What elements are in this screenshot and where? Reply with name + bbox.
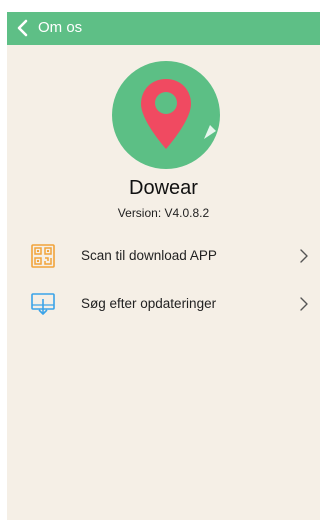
app-version: Version: V4.0.8.2 [117,206,210,220]
qr-code-icon [31,244,55,268]
location-pin-icon [112,61,220,169]
page-title: Om os [38,19,83,36]
check-updates-row[interactable]: Søg efter opdateringer [7,284,320,324]
check-updates-label: Søg efter opdateringer [81,296,217,311]
download-update-icon [31,293,55,315]
app-name: Dowear [129,177,198,199]
scan-download-app-row[interactable]: Scan til download APP [7,236,320,276]
header-bar: Om os [7,12,320,45]
chevron-left-icon[interactable] [14,18,32,38]
chevron-right-icon [300,297,308,311]
about-screen: Om os Dowear Version: V4.0.8.2 Scan til … [7,12,320,520]
scan-download-app-label: Scan til download APP [81,248,217,263]
chevron-right-icon [300,249,308,263]
